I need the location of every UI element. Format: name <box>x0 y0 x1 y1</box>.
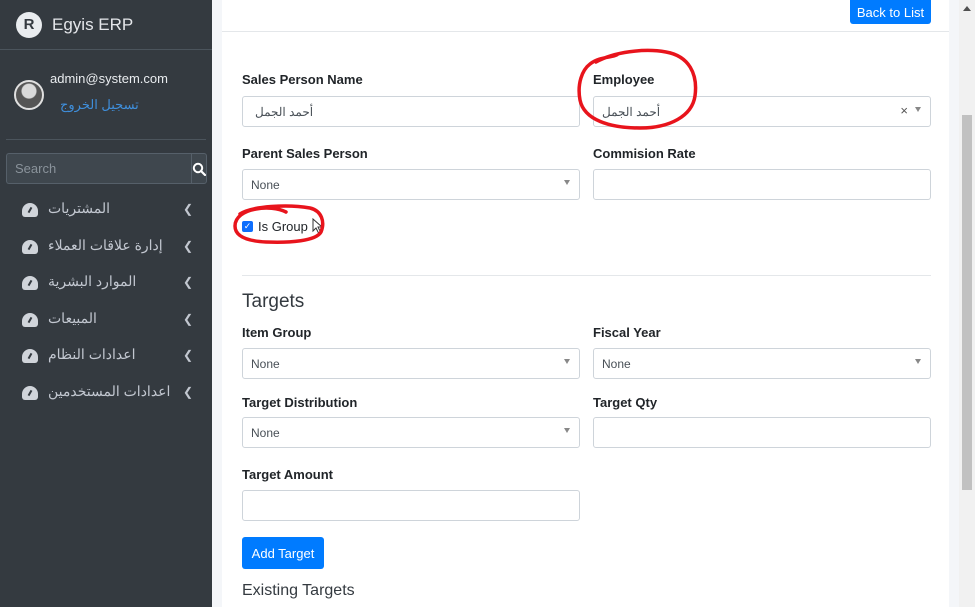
dropdown-arrow-icon <box>915 107 921 112</box>
fiscal-year-label: Fiscal Year <box>593 325 661 340</box>
user-email: admin@system.com <box>50 71 168 86</box>
item-group-label: Item Group <box>242 325 312 340</box>
existing-targets-title: Existing Targets <box>242 582 355 599</box>
targets-title: Targets <box>242 291 305 312</box>
employee-label: Employee <box>593 72 655 87</box>
dashboard-gauge-icon <box>22 239 38 254</box>
item-group-select[interactable]: None <box>242 348 580 379</box>
sidebar-item-system-settings[interactable]: اعدادات النظام ❮ <box>0 338 212 375</box>
employee-select[interactable]: أحمد الجمل × <box>593 96 931 127</box>
sidebar-nav: المشتريات ❮ إدارة علاقات العملاء ❮ الموا… <box>0 192 212 411</box>
commision-rate-label: Commision Rate <box>593 146 696 161</box>
target-qty-input[interactable] <box>593 417 931 448</box>
search-input[interactable] <box>6 153 191 184</box>
target-distribution-select[interactable]: None <box>242 417 580 448</box>
scroll-up-arrow-icon[interactable] <box>963 6 971 11</box>
dropdown-arrow-icon <box>564 180 570 185</box>
scroll-thumb[interactable] <box>962 115 972 490</box>
dashboard-gauge-icon <box>22 203 38 217</box>
dashboard-gauge-icon <box>22 385 38 400</box>
chevron-left-icon: ❮ <box>183 348 194 362</box>
mouse-cursor-icon <box>312 218 324 234</box>
checkbox-checked-icon[interactable]: ✓ <box>242 220 253 232</box>
sales-person-name-label: Sales Person Name <box>242 72 363 87</box>
header-divider <box>222 31 949 32</box>
sidebar-item-purchases[interactable]: المشتريات ❮ <box>0 192 212 229</box>
sidebar-item-label: المشتريات <box>48 200 111 216</box>
chevron-left-icon: ❮ <box>183 311 194 326</box>
sidebar-item-hr[interactable]: الموارد البشرية ❮ <box>0 265 212 302</box>
target-distribution-value: None <box>251 426 280 440</box>
sidebar: R Egyis ERP admin@system.com تسجيل الخرو… <box>0 0 212 607</box>
sales-person-name-value: أحمد الجمل <box>255 105 314 119</box>
clear-selection-icon[interactable]: × <box>900 103 908 118</box>
target-amount-input[interactable] <box>242 490 580 521</box>
search-button[interactable] <box>191 153 207 184</box>
avatar <box>14 80 44 110</box>
sidebar-item-user-settings[interactable]: اعدادات المستخدمين ❮ <box>0 375 212 412</box>
add-target-button[interactable]: Add Target <box>242 537 324 569</box>
target-qty-label: Target Qty <box>593 395 658 410</box>
logout-link[interactable]: تسجيل الخروج <box>60 97 139 113</box>
dashboard-gauge-icon <box>22 276 38 290</box>
sidebar-item-label: إدارة علاقات العملاء <box>48 236 163 253</box>
form-card: Back to List Sales Person Name أحمد الجم… <box>222 0 949 607</box>
parent-sales-person-value: None <box>251 178 280 192</box>
user-panel: admin@system.com تسجيل الخروج <box>6 50 206 140</box>
item-group-value: None <box>251 357 280 371</box>
chevron-left-icon: ❮ <box>183 238 194 253</box>
brand-logo-icon: R <box>16 11 42 38</box>
section-divider <box>242 275 931 276</box>
search-icon <box>192 162 206 176</box>
dropdown-arrow-icon <box>915 359 921 364</box>
target-amount-label: Target Amount <box>242 467 333 482</box>
is-group-label: Is Group <box>258 218 308 234</box>
employee-value: أحمد الجمل <box>602 105 661 119</box>
sidebar-item-sales[interactable]: المبيعات ❮ <box>0 302 212 339</box>
dropdown-arrow-icon <box>564 428 570 433</box>
sidebar-item-label: اعدادات النظام <box>48 346 136 362</box>
sidebar-item-label: اعدادات المستخدمين <box>48 382 171 399</box>
fiscal-year-value: None <box>602 357 631 371</box>
fiscal-year-select[interactable]: None <box>593 348 931 379</box>
dashboard-gauge-icon <box>22 349 38 363</box>
brand[interactable]: R Egyis ERP <box>0 0 212 50</box>
chevron-left-icon: ❮ <box>183 275 194 289</box>
dropdown-arrow-icon <box>564 359 570 364</box>
back-to-list-button[interactable]: Back to List <box>850 0 931 24</box>
sidebar-search <box>6 153 207 184</box>
commision-rate-input[interactable] <box>593 169 931 200</box>
target-distribution-label: Target Distribution <box>242 395 358 410</box>
brand-name: Egyis ERP <box>52 14 134 34</box>
dashboard-gauge-icon <box>22 312 38 327</box>
chevron-left-icon: ❮ <box>183 202 194 216</box>
page-scrollbar[interactable] <box>959 0 975 607</box>
chevron-left-icon: ❮ <box>183 384 194 399</box>
is-group-checkbox[interactable]: ✓ Is Group <box>242 218 324 234</box>
parent-sales-person-label: Parent Sales Person <box>242 146 368 161</box>
sidebar-item-crm[interactable]: إدارة علاقات العملاء ❮ <box>0 229 212 266</box>
sidebar-item-label: المبيعات <box>48 309 97 326</box>
sidebar-item-label: الموارد البشرية <box>48 273 137 289</box>
parent-sales-person-select[interactable]: None <box>242 169 580 200</box>
sales-person-name-input[interactable]: أحمد الجمل <box>242 96 580 127</box>
